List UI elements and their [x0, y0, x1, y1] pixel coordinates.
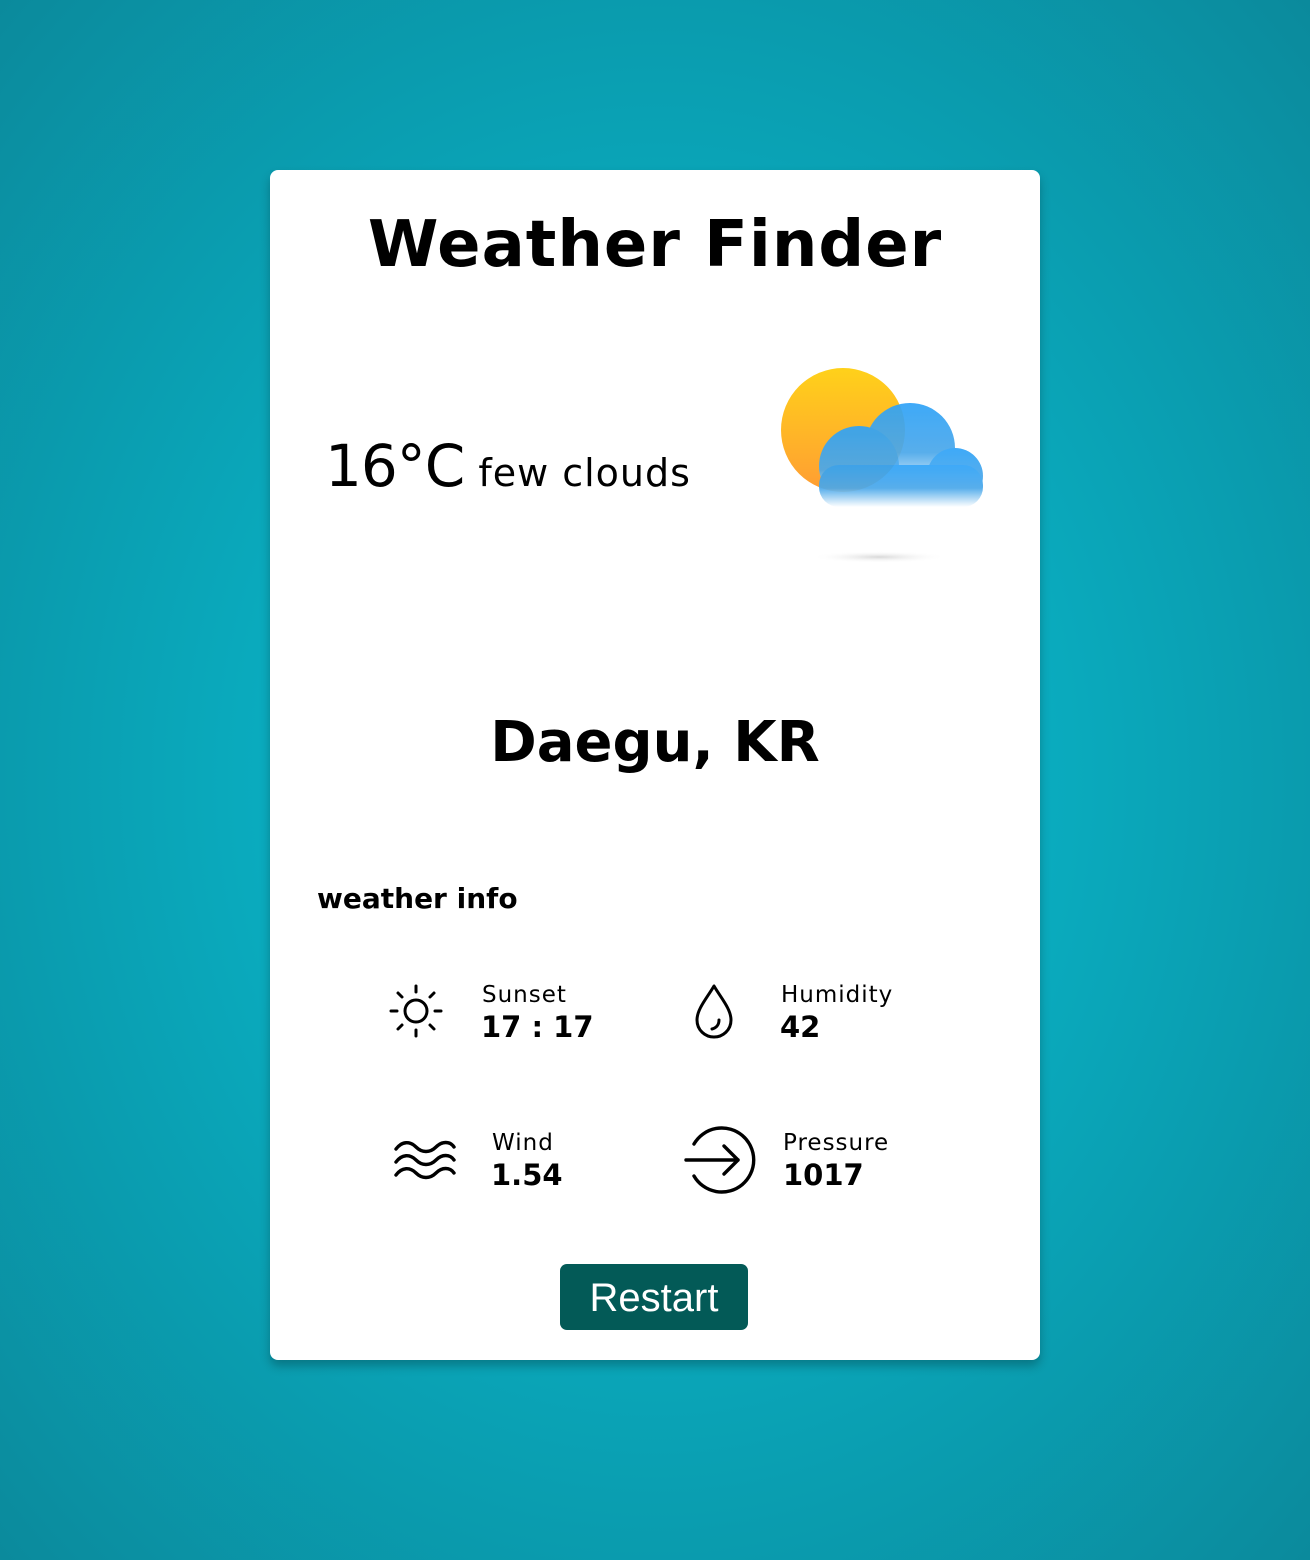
app-title: Weather Finder	[367, 208, 943, 282]
pressure-label: Pressure	[783, 1130, 890, 1156]
sun-icon	[389, 984, 443, 1038]
water-drop-icon	[695, 984, 733, 1039]
sunset-label: Sunset	[482, 982, 567, 1008]
wind-value: 1.54	[491, 1158, 563, 1192]
weather-card: Weather Finder 16°C few clouds Daegu, KR…	[270, 170, 1040, 1360]
sunset-stat: Sunset 17 : 17	[388, 982, 608, 1062]
wind-stat: Wind 1.54	[392, 1130, 612, 1210]
restart-button[interactable]: Restart	[560, 1264, 748, 1330]
humidity-label: Humidity	[781, 982, 894, 1008]
sunset-value: 17 : 17	[481, 1010, 594, 1044]
humidity-stat: Humidity 42	[690, 982, 930, 1062]
pressure-value: 1017	[783, 1158, 864, 1192]
humidity-value: 42	[780, 1010, 821, 1044]
wind-label: Wind	[492, 1130, 554, 1156]
sun-behind-cloud-icon	[781, 368, 983, 563]
wind-waves-icon	[394, 1140, 456, 1180]
current-conditions: 16°C few clouds	[325, 432, 691, 500]
city-name: Daegu, KR	[490, 710, 820, 775]
pressure-stat: Pressure 1017	[682, 1122, 932, 1202]
arrow-circle-icon	[684, 1126, 756, 1194]
weather-info-heading: weather info	[317, 882, 518, 915]
icon-shadow	[811, 551, 947, 563]
temperature: 16°C	[325, 432, 465, 500]
weather-description: few clouds	[478, 451, 691, 495]
